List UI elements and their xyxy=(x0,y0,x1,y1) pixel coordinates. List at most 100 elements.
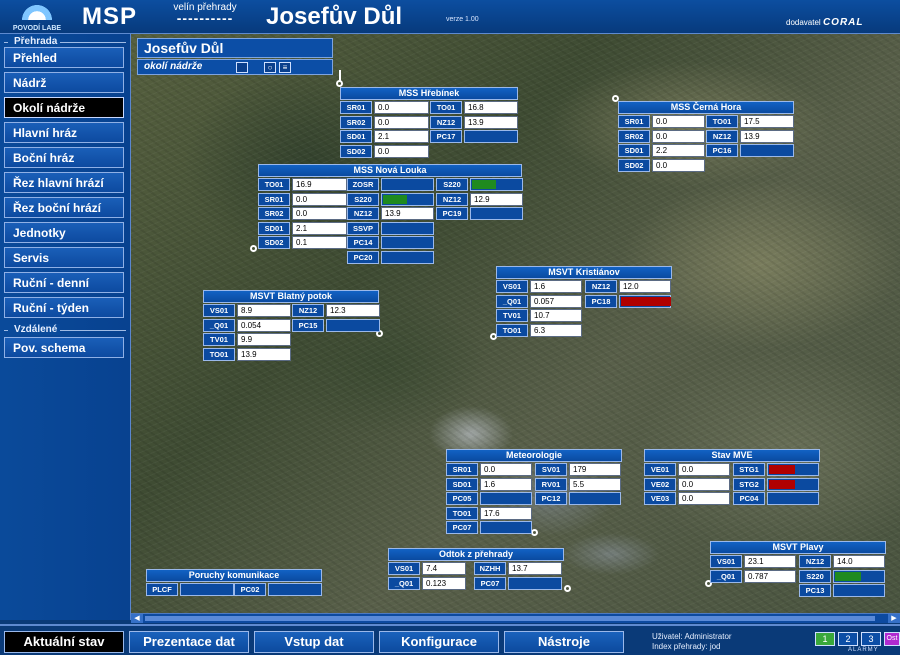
status-indicator xyxy=(835,571,861,581)
bottom-bar: Aktuální stav Prezentace dat Vstup dat K… xyxy=(0,624,900,655)
field-label: NZ12 xyxy=(436,192,468,206)
sidebar-item[interactable]: Hlavní hráz xyxy=(4,122,124,143)
field-value: 13.9 xyxy=(740,129,794,143)
horizontal-scrollbar[interactable]: ◀ ▶ xyxy=(131,613,900,623)
alarm-level-3-button[interactable]: 3 xyxy=(861,632,881,646)
alarm-other-button[interactable]: Ost xyxy=(884,632,900,646)
sidebar-item[interactable]: Boční hráz xyxy=(4,147,124,168)
panel-title: MSVT Kristiánov xyxy=(496,266,672,279)
station-marker-icon[interactable] xyxy=(250,245,257,252)
field-value: 14.0 xyxy=(833,555,885,568)
field-value: 2.1 xyxy=(374,130,429,143)
panel-title: MSVT Plavy xyxy=(710,541,886,554)
aktualni-stav-button[interactable]: Aktuální stav xyxy=(4,631,124,653)
field-value: 9.9 xyxy=(237,333,291,346)
vstup-dat-button[interactable]: Vstup dat xyxy=(254,631,374,653)
field-label: TV01 xyxy=(496,309,528,322)
status-bar xyxy=(268,583,322,596)
panel-title: Poruchy komunikace xyxy=(146,569,322,582)
field-label: ZOSR xyxy=(347,178,379,191)
sidebar-item[interactable]: Ruční - denní xyxy=(4,272,124,293)
field-label: S220 xyxy=(347,192,379,206)
field-value: 0.123 xyxy=(422,576,466,590)
field-value: 0.054 xyxy=(237,318,291,332)
status-bar xyxy=(740,144,794,157)
field-label: VS01 xyxy=(203,304,235,317)
sidebar-item[interactable]: Nádrž xyxy=(4,72,124,93)
sidebar-item[interactable]: Ruční - týden xyxy=(4,297,124,318)
field-value: 0.0 xyxy=(652,115,705,128)
sidebar-item[interactable]: Jednotky xyxy=(4,222,124,243)
nastroje-button[interactable]: Nástroje xyxy=(504,631,624,653)
field-label: _Q01 xyxy=(203,318,235,332)
field-label: SD02 xyxy=(258,236,290,249)
field-value: 6.3 xyxy=(530,323,582,337)
scrollbar-thumb[interactable] xyxy=(145,616,875,621)
station-marker-icon[interactable] xyxy=(564,585,571,592)
field-value: 1.6 xyxy=(480,477,532,491)
field-label: PC02 xyxy=(234,583,266,596)
field-value: 0.0 xyxy=(678,463,730,476)
status-bar xyxy=(470,178,523,191)
sidebar-item[interactable]: Řez hlavní hrází xyxy=(4,172,124,193)
field-label: SR01 xyxy=(618,115,650,128)
field-label: PC14 xyxy=(347,236,379,249)
field-label: _Q01 xyxy=(710,569,742,583)
panel-title: Meteorologie xyxy=(446,449,622,462)
status-bar xyxy=(381,221,434,235)
circle-icon[interactable]: ○ xyxy=(264,62,276,73)
panel-title: MSS Hřebínek xyxy=(340,87,518,100)
status-bar xyxy=(508,576,562,590)
field-label: S220 xyxy=(436,178,468,191)
status-bar xyxy=(470,207,523,220)
field-label: PC12 xyxy=(535,492,567,505)
field-value: 13.9 xyxy=(381,207,434,220)
marker-stick xyxy=(339,70,341,82)
alarm-level-1-button[interactable]: 1 xyxy=(815,632,835,646)
field-label: PC04 xyxy=(733,492,765,505)
sidebar-item[interactable]: Řez boční hrází xyxy=(4,197,124,218)
alarm-label: ALARMY xyxy=(848,647,879,653)
field-label: TO01 xyxy=(430,101,462,114)
status-bar xyxy=(381,236,434,249)
prezentace-dat-button[interactable]: Prezentace dat xyxy=(129,631,249,653)
field-value: 23.1 xyxy=(744,555,796,568)
app-header: POVODÍ LABE MSP velín přehrady ---------… xyxy=(0,0,900,34)
field-label: SSVP xyxy=(347,221,379,235)
field-label: SD02 xyxy=(340,144,372,158)
status-bar xyxy=(381,192,434,206)
location-subtitle-bar: okolí nádrže ○ ≡ xyxy=(137,59,333,75)
scroll-left-icon[interactable]: ◀ xyxy=(131,614,143,623)
field-label: _Q01 xyxy=(388,576,420,590)
alarm-level-2-button[interactable]: 2 xyxy=(838,632,858,646)
field-label: NZ12 xyxy=(347,207,379,220)
field-value: 0.0 xyxy=(292,207,347,220)
field-value: 13.9 xyxy=(237,347,291,361)
list-icon[interactable]: ≡ xyxy=(279,62,291,73)
panel-title: MSS Nová Louka xyxy=(258,164,522,177)
field-value: 0.0 xyxy=(652,158,705,172)
konfigurace-button[interactable]: Konfigurace xyxy=(379,631,499,653)
field-label: TO01 xyxy=(496,323,528,337)
sidebar-item-pov-schema[interactable]: Pov. schema xyxy=(4,337,124,358)
station-marker-icon[interactable] xyxy=(531,529,538,536)
field-label: SD02 xyxy=(618,158,650,172)
sidebar-item[interactable]: Servis xyxy=(4,247,124,268)
field-value: 0.1 xyxy=(292,236,347,249)
sidebar-item[interactable]: Přehled xyxy=(4,47,124,68)
field-label: SR02 xyxy=(618,129,650,143)
scroll-right-icon[interactable]: ▶ xyxy=(888,614,900,623)
field-label: PC19 xyxy=(436,207,468,220)
status-bar xyxy=(480,492,532,505)
field-value: 2.2 xyxy=(652,144,705,157)
status-bar xyxy=(480,521,532,534)
sidebar-item[interactable]: Okolí nádrže xyxy=(4,97,124,118)
field-label: PC07 xyxy=(446,521,478,534)
field-label: S220 xyxy=(799,569,831,583)
povodi-labe-logo: POVODÍ LABE xyxy=(4,2,70,32)
status-bar xyxy=(833,569,885,583)
user-name: Uživatel: Administrator xyxy=(652,632,732,641)
field-value: 5.5 xyxy=(569,477,621,491)
field-value: 16.8 xyxy=(464,101,518,114)
field-value: 0.0 xyxy=(292,192,347,206)
